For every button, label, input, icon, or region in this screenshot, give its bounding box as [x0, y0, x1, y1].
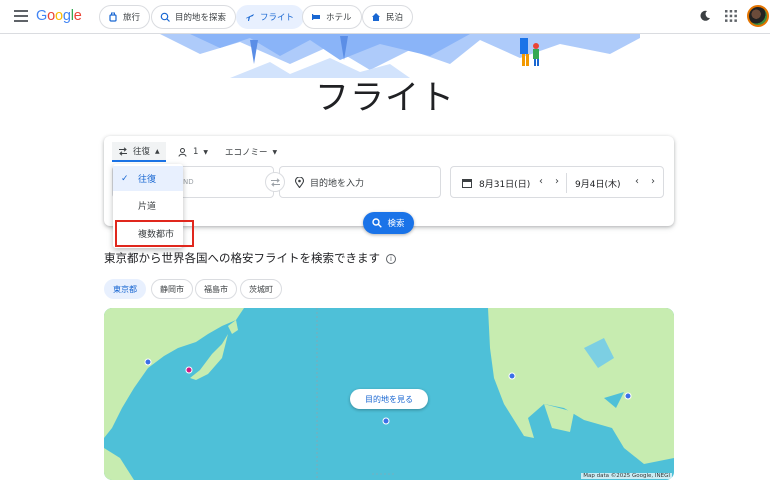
explore-title-text: 東京都から世界各国への格安フライトを検索できます	[104, 251, 380, 265]
vacation-rental-icon	[372, 13, 380, 21]
location-pin-icon	[295, 177, 304, 188]
google-logo[interactable]: Google	[36, 8, 82, 24]
next-return-icon[interactable]: ›	[651, 176, 655, 187]
logo-letter: G	[36, 8, 48, 24]
tab-label: 民泊	[386, 13, 404, 23]
destination-placeholder: 目的地を入力	[310, 178, 365, 189]
travel-bag-icon	[109, 12, 117, 22]
tab-hotels[interactable]: ホテル	[302, 5, 362, 29]
chip-origin[interactable]: 東京都	[104, 279, 146, 299]
top-app-bar: Google 旅行 目的地を探索 フライト ホテル 民泊	[0, 0, 770, 34]
tab-label: 目的地を探索	[175, 13, 227, 23]
return-date[interactable]: 9月4日(木)	[575, 177, 620, 190]
trip-type-value: 往復	[133, 147, 151, 157]
dark-mode-icon[interactable]	[699, 10, 711, 22]
date-range-field[interactable]: 8月31日(日) ‹ › 9月4日(木) ‹ ›	[450, 166, 664, 198]
map-pin[interactable]	[382, 417, 390, 425]
search-icon	[372, 218, 383, 228]
menu-item-label: 複数都市	[138, 230, 175, 240]
menu-item-round-trip[interactable]: ✓ 往復	[113, 166, 183, 191]
trip-type-select[interactable]: 往復 ▲	[112, 142, 166, 162]
chip-origin[interactable]: 茨城町	[240, 279, 282, 299]
caret-down-icon: ▼	[272, 148, 278, 156]
menu-item-multi-city[interactable]: 複数都市	[113, 221, 183, 246]
next-depart-icon[interactable]: ›	[555, 176, 559, 187]
calendar-icon	[462, 179, 472, 188]
cabin-class-select[interactable]: エコノミー ▼	[225, 142, 277, 162]
flight-icon	[246, 14, 254, 21]
date-divider	[566, 173, 567, 193]
prev-depart-icon[interactable]: ‹	[539, 176, 543, 187]
swap-locations-button[interactable]	[265, 172, 285, 192]
tab-explore[interactable]: 目的地を探索	[151, 5, 237, 29]
swap-icon	[270, 177, 280, 187]
map-pin[interactable]	[624, 392, 632, 400]
depart-date[interactable]: 8月31日(日)	[479, 177, 530, 190]
tab-label: ホテル	[326, 13, 352, 23]
tab-label: 旅行	[123, 13, 141, 23]
logo-letter: o	[54, 8, 63, 24]
destination-field[interactable]: 目的地を入力	[279, 166, 441, 198]
trip-type-menu: ✓ 往復 片道 複数都市	[113, 164, 183, 248]
logo-letter: g	[62, 8, 71, 24]
search-button[interactable]: 検索	[363, 212, 414, 234]
avatar[interactable]	[747, 5, 769, 27]
see-destinations-button[interactable]: 目的地を見る	[350, 389, 428, 409]
menu-item-label: 片道	[138, 202, 157, 212]
tab-flights[interactable]: フライト	[236, 5, 305, 29]
map-attribution: Map data ©2025 Google, INEGI	[581, 473, 672, 479]
tab-travel[interactable]: 旅行	[99, 5, 151, 29]
map-pin-origin[interactable]	[185, 366, 193, 374]
caret-up-icon: ▲	[155, 147, 160, 155]
swap-arrows-icon	[119, 146, 127, 156]
passengers-value: 1	[193, 147, 199, 157]
passengers-select[interactable]: 1 ▼	[178, 142, 208, 162]
flight-search-card: 往復 ▲ 1 ▼ エコノミー ▼ ND 目的地を入力 8月31日(日) ‹ › …	[104, 136, 674, 234]
cabin-class-value: エコノミー	[225, 148, 268, 158]
origin-value: ND	[183, 178, 194, 186]
map-pin[interactable]	[508, 372, 516, 380]
tab-vacation-rentals[interactable]: 民泊	[362, 5, 414, 29]
explore-title: 東京都から世界各国への格安フライトを検索できます i	[104, 250, 396, 266]
prev-return-icon[interactable]: ‹	[635, 176, 639, 187]
page-title: フライト	[315, 78, 455, 118]
menu-item-one-way[interactable]: 片道	[113, 193, 183, 218]
logo-letter: e	[73, 8, 82, 24]
person-icon	[178, 147, 187, 157]
check-icon: ✓	[121, 173, 129, 184]
caret-down-icon: ▼	[203, 148, 209, 156]
explore-map[interactable]: 目的地を見る Map data ©2025 Google, INEGI	[104, 308, 674, 480]
menu-item-label: 往復	[138, 175, 157, 185]
hotel-icon	[312, 14, 320, 20]
info-icon[interactable]: i	[386, 253, 396, 264]
search-button-label: 検索	[387, 219, 405, 229]
map-pin[interactable]	[144, 358, 152, 366]
apps-grid-icon[interactable]	[725, 10, 737, 22]
logo-letter: o	[47, 8, 55, 24]
chip-origin[interactable]: 福島市	[195, 279, 237, 299]
chip-origin[interactable]: 静岡市	[151, 279, 193, 299]
explore-icon	[160, 12, 170, 22]
tab-label: フライト	[260, 13, 295, 23]
menu-icon[interactable]	[14, 10, 28, 22]
